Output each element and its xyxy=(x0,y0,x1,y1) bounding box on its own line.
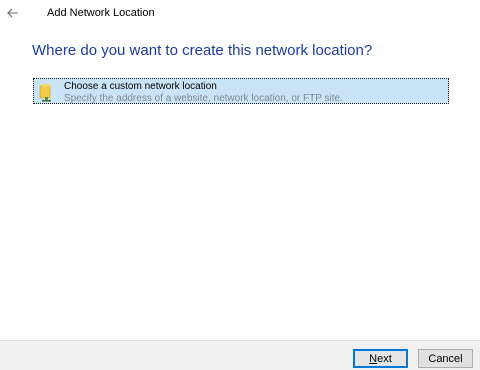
back-arrow-icon xyxy=(7,8,18,18)
option-description: Specify the address of a website, networ… xyxy=(64,93,343,104)
next-label: ext xyxy=(377,352,392,365)
cancel-button[interactable]: Cancel xyxy=(418,349,473,368)
page-heading: Where do you want to create this network… xyxy=(32,42,373,59)
window-title: Add Network Location xyxy=(47,7,155,19)
next-mnemonic: N xyxy=(369,352,378,365)
network-folder-icon xyxy=(39,84,51,102)
cancel-label: Cancel xyxy=(428,352,463,365)
button-bar: Next Cancel xyxy=(0,340,480,370)
option-custom-network-location[interactable]: Choose a custom network location Specify… xyxy=(33,78,449,104)
option-title: Choose a custom network location xyxy=(64,81,217,92)
back-button[interactable] xyxy=(4,4,22,22)
title-bar: Add Network Location xyxy=(0,0,480,28)
next-button[interactable]: Next xyxy=(353,349,408,368)
